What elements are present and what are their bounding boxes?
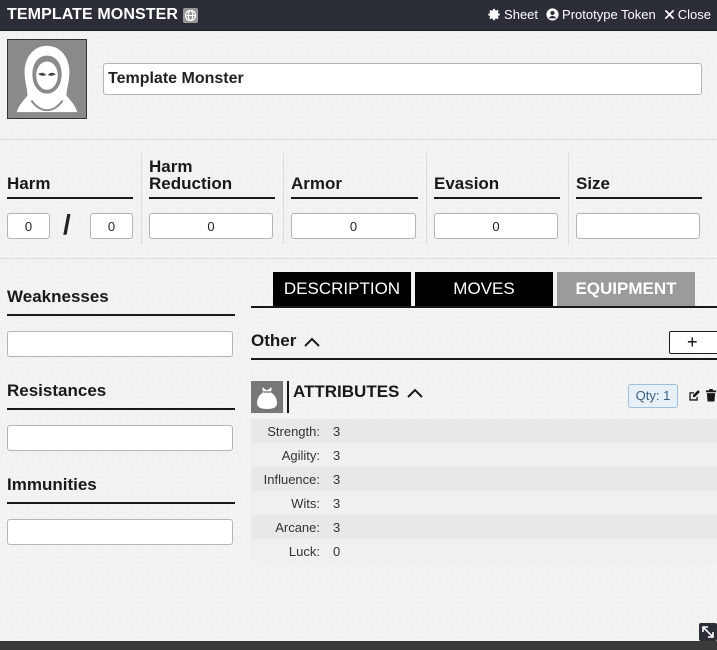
weaknesses-underline [7,314,235,316]
weaknesses-input[interactable] [7,331,233,357]
attribute-name: Influence: [263,471,320,487]
sheet-tabs: DESCRIPTION MOVES EQUIPMENT [273,272,695,306]
size-input[interactable] [576,213,700,239]
attribute-value: 3 [333,519,341,535]
item-quantity-badge[interactable]: Qty: 1 [628,384,678,408]
tab-description[interactable]: DESCRIPTION [273,272,411,306]
tab-moves[interactable]: MOVES [415,272,553,306]
immunities-label: Immunities [7,475,97,494]
attribute-value: 3 [333,447,341,463]
item-name: ATTRIBUTES [293,382,400,401]
attribute-name: Arcane: [275,519,320,535]
attribute-value: 3 [333,471,341,487]
edit-icon[interactable] [688,389,701,407]
evasion-input[interactable] [434,213,558,239]
harm-max-input[interactable] [90,213,133,239]
evasion-label: Evasion [434,174,500,193]
attribute-name: Luck: [288,543,320,559]
close-label: Close [677,7,711,22]
weaknesses-label: Weaknesses [7,287,109,306]
table-row: Wits: 3 [251,491,717,515]
item-divider [287,381,289,413]
size-group: Size [576,153,702,245]
evasion-group: Evasion [434,153,560,245]
immunities-input[interactable] [7,519,233,545]
attribute-value: 0 [333,543,341,559]
close-button[interactable]: Close [664,7,711,22]
divider [0,258,717,259]
item-header[interactable]: ATTRIBUTES [293,382,424,402]
attribute-name: Agility: [281,447,320,463]
divider [568,153,569,245]
close-icon [664,9,674,20]
chevron-up-icon [407,388,423,398]
divider [283,153,284,245]
table-row: Strength: 3 [251,419,717,443]
armor-group: Armor [291,153,418,245]
user-circle-icon [546,8,559,21]
harm-underline [7,197,133,199]
armor-label: Armor [291,174,343,193]
harm-separator: / [63,209,71,240]
trash-icon[interactable] [705,389,717,407]
harm-reduction-label: Harm Reduction [149,157,233,193]
resistances-input[interactable] [7,425,233,451]
tab-equipment[interactable]: EQUIPMENT [557,272,695,306]
table-row: Arcane: 3 [251,515,717,539]
evasion-underline [434,197,560,199]
monster-sheet-window: TEMPLATE MONSTER Sheet Prototype Token C… [0,0,717,641]
attributes-table: Strength: 3 Agility: 3 Influence: 3 Wits… [251,419,717,563]
prototype-token-button[interactable]: Prototype Token [546,7,656,22]
globe-icon [183,7,199,23]
section-other-label: Other [251,331,297,350]
gear-icon [488,8,500,21]
add-item-button[interactable]: + [669,331,717,354]
immunities-underline [7,502,235,504]
attribute-name: Wits: [291,495,320,511]
harm-label: Harm [7,174,51,193]
size-label: Size [576,174,611,193]
prototype-token-label: Prototype Token [562,7,656,22]
section-underline [251,358,717,360]
window-title: TEMPLATE MONSTER [7,6,179,23]
chevron-up-icon [304,337,320,347]
attribute-name: Strength: [267,423,320,439]
attribute-value: 3 [333,495,341,511]
armor-input[interactable] [291,213,416,239]
table-row: Influence: 3 [251,467,717,491]
sheet-button[interactable]: Sheet [488,7,538,22]
hooded-figure-icon [8,40,86,118]
section-other-header[interactable]: Other [251,331,321,351]
background-canvas [0,641,717,650]
resize-handle-icon[interactable] [699,623,717,641]
divider [0,139,717,140]
resistances-label: Resistances [7,381,107,400]
monster-portrait[interactable] [7,39,87,119]
resistances-underline [7,408,235,410]
sheet-button-label: Sheet [504,7,539,22]
harm-reduction-underline [149,197,275,199]
attribute-value: 3 [333,423,341,439]
tabs-underline [251,306,717,308]
sack-icon[interactable] [251,381,283,413]
table-row: Luck: 0 [251,539,717,563]
window-titlebar[interactable]: TEMPLATE MONSTER Sheet Prototype Token C… [0,0,717,31]
table-row: Agility: 3 [251,443,717,467]
harm-value-input[interactable] [7,213,50,239]
monster-name-input[interactable] [103,63,702,95]
size-underline [576,197,702,199]
harm-reduction-group: Harm Reduction [149,153,275,245]
divider [426,153,427,245]
harm-reduction-input[interactable] [149,213,273,239]
armor-underline [291,197,418,199]
divider [141,153,142,245]
